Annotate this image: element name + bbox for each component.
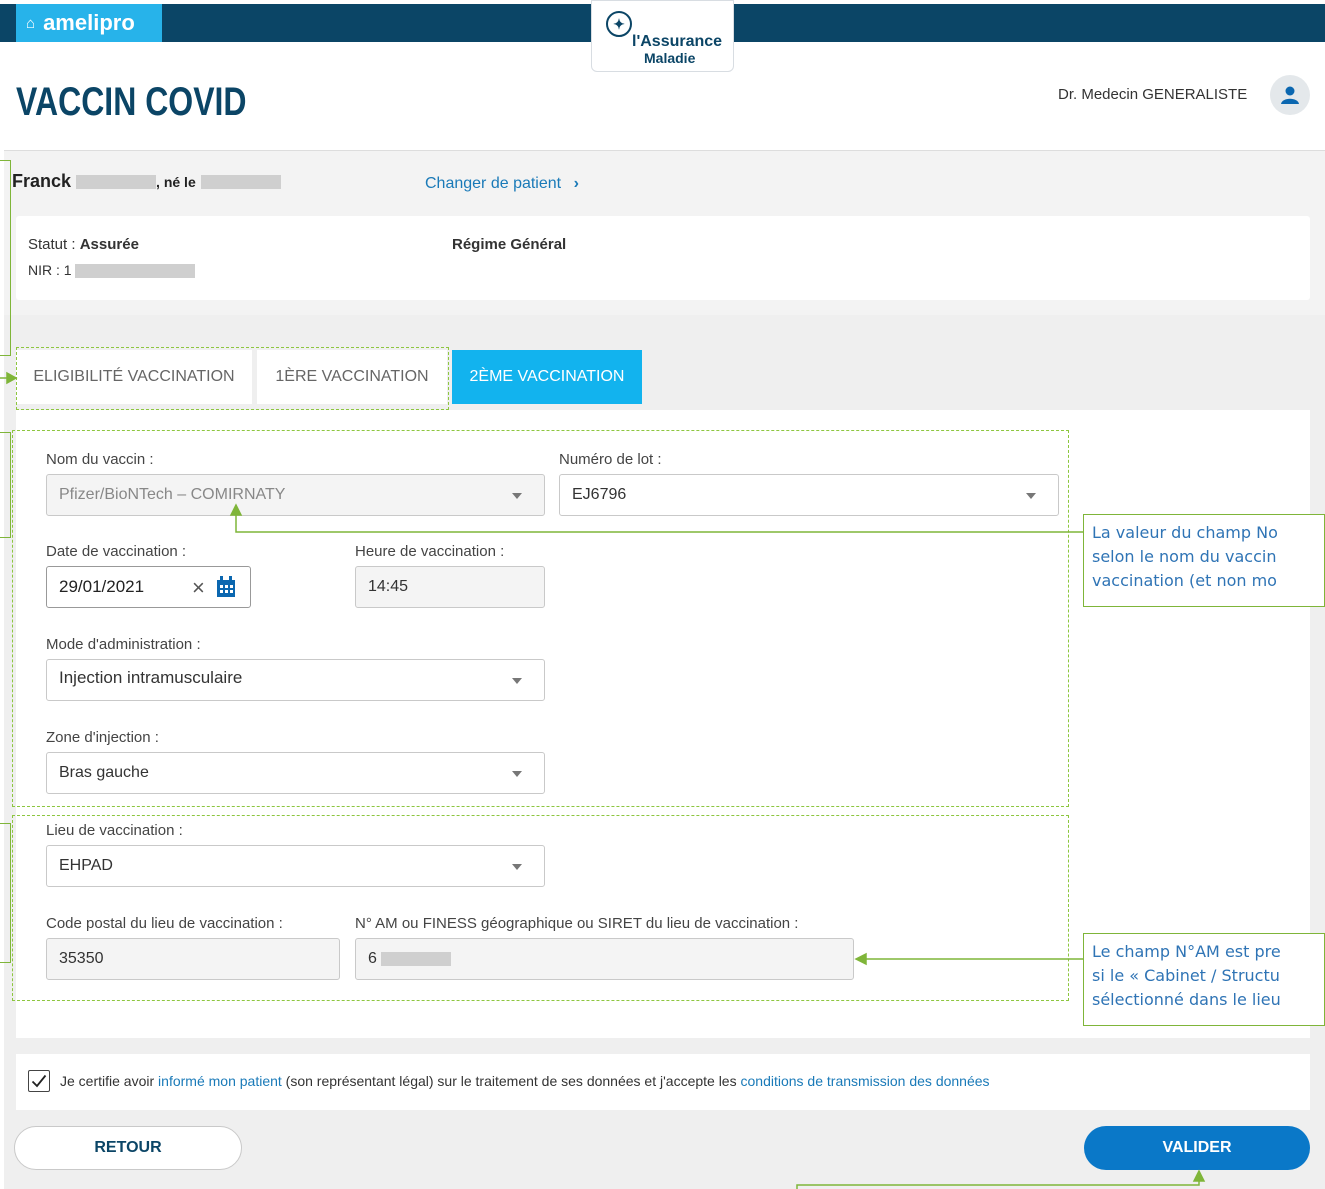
logo-line2: Maladie: [644, 50, 696, 66]
home-icon: ⌂: [26, 14, 36, 32]
zone-value: Bras gauche: [59, 764, 149, 781]
lieu-value: EHPAD: [59, 857, 113, 874]
chevron-down-icon: [512, 864, 522, 870]
change-patient-label: Changer de patient: [425, 175, 562, 192]
callout-a-line2: selon le nom du vaccin: [1092, 547, 1277, 566]
patient-card: [16, 216, 1310, 300]
transmission-conditions-link[interactable]: conditions de transmission des données: [741, 1073, 990, 1089]
date-value: 29/01/2021: [59, 577, 145, 596]
nam-value: 6: [368, 950, 377, 967]
mode-value: Injection intramusculaire: [59, 668, 243, 687]
page-title: VACCIN COVID: [16, 80, 247, 124]
date-input[interactable]: 29/01/2021 ×: [46, 566, 251, 608]
lot-select[interactable]: EJ6796: [559, 474, 1059, 516]
chevron-down-icon: [1026, 493, 1036, 499]
amelipro-brand[interactable]: ⌂ amelipro: [16, 4, 162, 42]
avatar[interactable]: [1270, 75, 1310, 115]
annotation-bracket-patient: [0, 160, 11, 356]
nam-label: N° AM ou FINESS géographique ou SIRET du…: [355, 915, 799, 932]
nam-input[interactable]: 6: [355, 938, 854, 980]
brand-label: amelipro: [43, 10, 135, 35]
nir-label: NIR : 1: [28, 262, 72, 278]
time-label: Heure de vaccination :: [355, 543, 505, 560]
chevron-down-icon: [512, 493, 522, 499]
patient-regime: Régime Général: [452, 236, 567, 253]
annotation-bracket-place: [0, 823, 11, 963]
date-label: Date de vaccination :: [46, 543, 187, 560]
callout-b-line1: Le champ N°AM est pre: [1092, 942, 1281, 961]
lot-value: EJ6796: [572, 486, 627, 503]
redacted-nam: [380, 952, 451, 966]
mode-select[interactable]: Injection intramusculaire: [46, 659, 545, 701]
lieu-label: Lieu de vaccination :: [46, 822, 183, 839]
zone-label: Zone d'injection :: [46, 729, 159, 746]
user-name: Dr. Medecin GENERALISTE: [1058, 86, 1248, 103]
callout-a-line1: La valeur du champ No: [1092, 523, 1278, 542]
assurance-maladie-logo: ✦ l'Assurance Maladie: [591, 0, 734, 72]
certification-checkbox[interactable]: [28, 1070, 50, 1092]
annotation-callout-vaccine: La valeur du champ No selon le nom du va…: [1083, 514, 1325, 607]
logo-line1: l'Assurance: [632, 33, 723, 50]
patient-name: Franck , né le: [12, 171, 281, 192]
annotation-bracket-vaccine: [0, 432, 11, 538]
annotation-callout-nam: Le champ N°AM est pre si le « Cabinet / …: [1083, 933, 1325, 1026]
user-icon: [1281, 86, 1299, 104]
born-label: , né le: [156, 174, 196, 190]
callout-b-line2: si le « Cabinet / Structu: [1092, 966, 1280, 985]
annotation-tabs-box: [16, 347, 449, 410]
callout-a-line3: vaccination (et non mo: [1092, 571, 1277, 590]
time-value: 14:45: [368, 578, 409, 595]
chevron-right-icon: ›: [573, 175, 579, 192]
callout-b-line3: sélectionné dans le lieu: [1092, 990, 1281, 1009]
lot-label: Numéro de lot :: [559, 451, 662, 468]
postal-code-value: 35350: [59, 950, 104, 967]
chevron-down-icon: [512, 771, 522, 777]
status-label: Statut :: [28, 236, 80, 253]
postal-code-input[interactable]: 35350: [46, 938, 340, 980]
informed-patient-link[interactable]: informé mon patient: [158, 1073, 282, 1089]
lieu-select[interactable]: EHPAD: [46, 845, 545, 887]
postal-code-label: Code postal du lieu de vaccination :: [46, 915, 283, 932]
patient-nir: NIR : 1: [28, 262, 196, 279]
patient-status: Statut : Assurée: [28, 236, 139, 253]
chevron-down-icon: [512, 678, 522, 684]
cert-text-2: (son représentant légal) sur le traiteme…: [281, 1073, 741, 1089]
patient-first-name: Franck: [12, 171, 72, 191]
redacted-last-name: [76, 175, 157, 190]
status-value: Assurée: [79, 236, 139, 253]
check-icon: [31, 1074, 47, 1088]
vaccine-label: Nom du vaccin :: [46, 451, 154, 468]
seal-icon: ✦: [606, 11, 632, 37]
time-input[interactable]: 14:45: [355, 566, 545, 608]
submit-button[interactable]: VALIDER: [1084, 1126, 1310, 1170]
zone-select[interactable]: Bras gauche: [46, 752, 545, 794]
back-button[interactable]: RETOUR: [14, 1126, 242, 1170]
vaccine-value: Pfizer/BioNTech – COMIRNATY: [59, 486, 286, 503]
tab-deuxieme-vaccination[interactable]: 2ÈME VACCINATION: [452, 350, 642, 404]
mode-label: Mode d'administration :: [46, 636, 201, 653]
change-patient-link[interactable]: Changer de patient ›: [425, 175, 579, 193]
vaccine-select[interactable]: Pfizer/BioNTech – COMIRNATY: [46, 474, 545, 516]
certification-text: Je certifie avoir informé mon patient (s…: [60, 1073, 990, 1089]
calendar-icon[interactable]: [216, 576, 236, 598]
redacted-nir: [75, 264, 196, 279]
clear-icon[interactable]: ×: [192, 575, 205, 601]
redacted-birthdate: [200, 175, 281, 190]
cert-text-1: Je certifie avoir: [60, 1073, 159, 1089]
